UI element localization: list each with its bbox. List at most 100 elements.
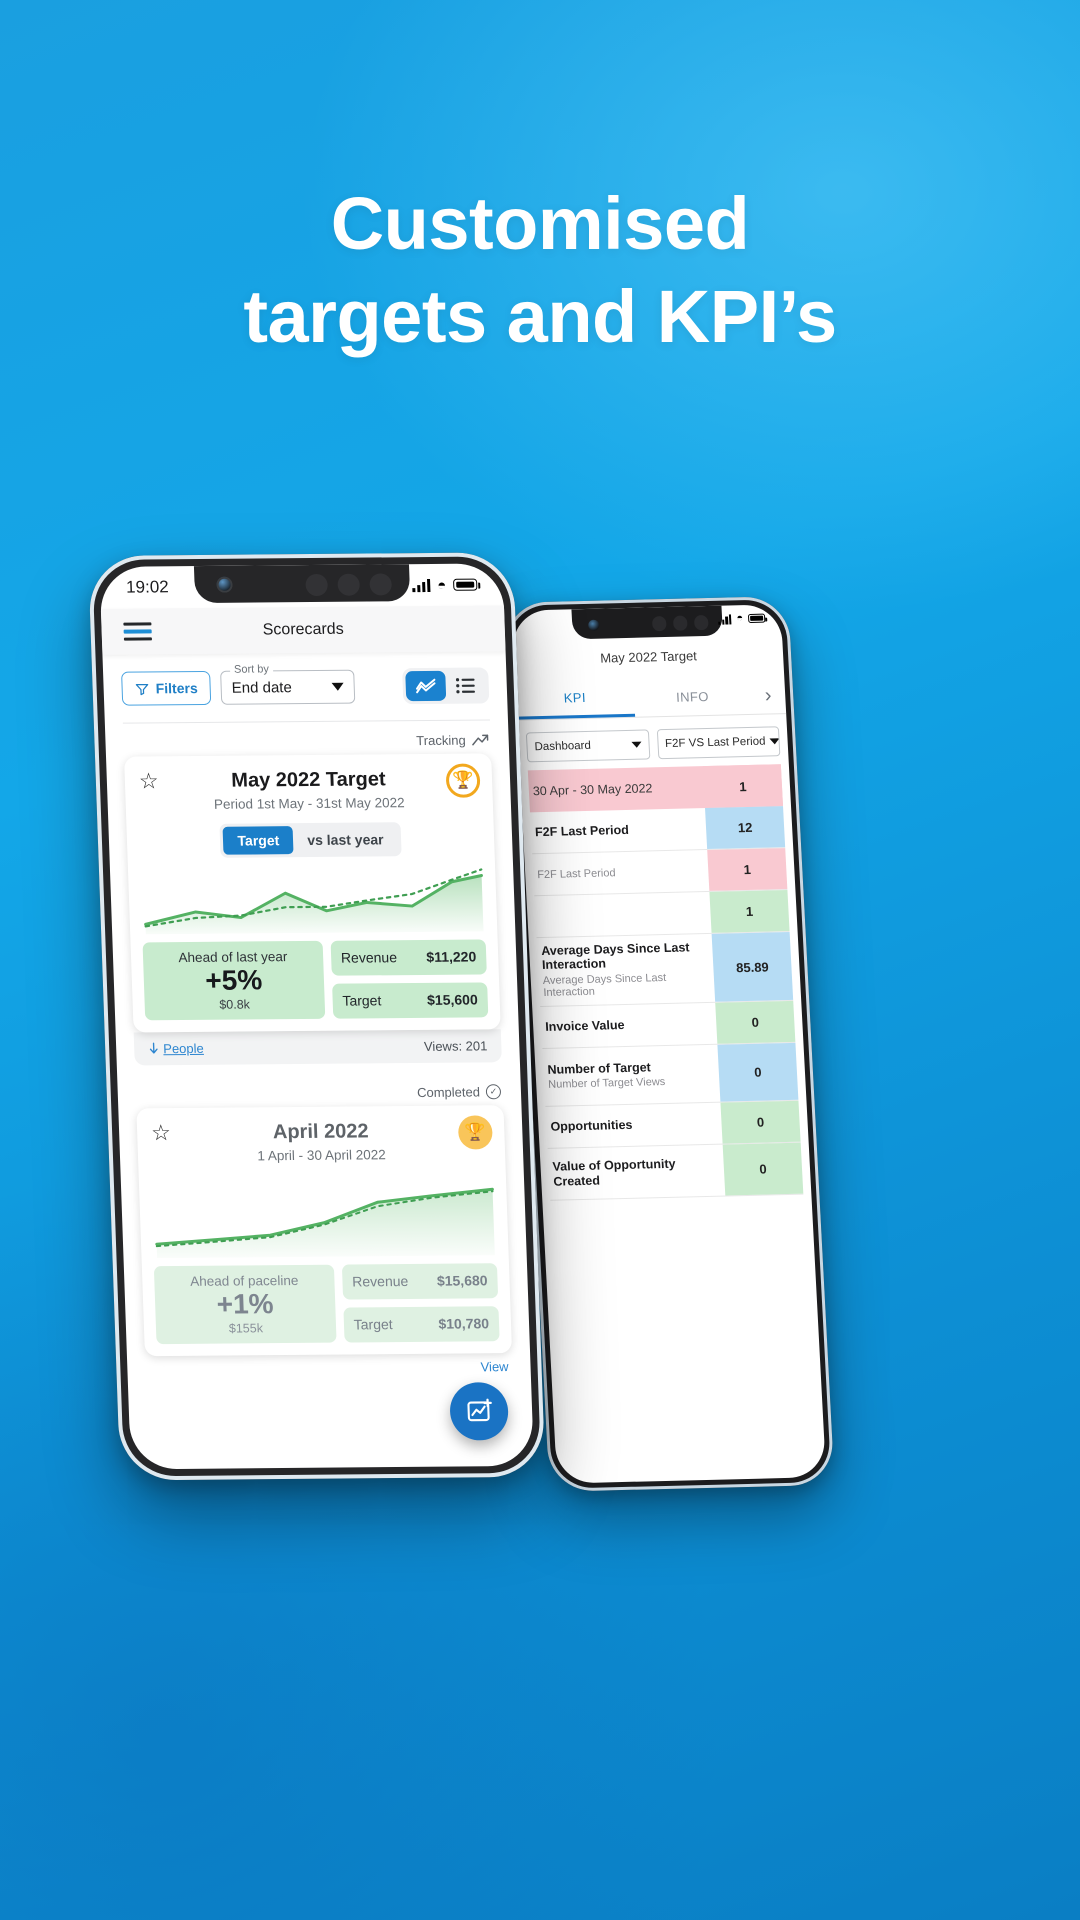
trophy-icon: 🏆 [445, 763, 481, 798]
kpi-label: 30 Apr - 30 May 2022 [532, 781, 653, 799]
card-status-completed: Completed ✓ [117, 1062, 522, 1108]
sort-by-select[interactable]: Sort by End date [220, 663, 356, 705]
filter-funnel-icon [135, 683, 149, 695]
chevron-right-icon[interactable]: › [751, 684, 786, 708]
sparkline-chart [151, 1181, 497, 1258]
chart-view-button[interactable] [405, 670, 447, 702]
kpi-label-cell: Opportunities [545, 1103, 722, 1148]
metric-title: Ahead of paceline [189, 1272, 299, 1289]
kpi-sublabel: Average Days Since Last Interaction [542, 971, 667, 1000]
people-label: People [162, 1040, 204, 1056]
view-toggle-group [402, 667, 490, 705]
view-link[interactable]: View [127, 1352, 531, 1377]
kpi-label-cell: F2F Last Period [532, 850, 709, 895]
star-outline-icon[interactable]: ☆ [138, 768, 159, 793]
comparison-select[interactable]: F2F VS Last Period [656, 726, 781, 760]
metric-value: +5% [204, 964, 263, 996]
card-status-tracking: Tracking [105, 720, 509, 756]
right-page-title: May 2022 Target [599, 648, 698, 666]
phone-mockups: ◓ May 2022 Target KPI INFO › Dashboard F… [0, 0, 1080, 1920]
right-phone-notch [570, 605, 723, 640]
app-bar: Scorecards [100, 605, 506, 655]
card-status-label: Tracking [416, 732, 466, 749]
kpi-value: 1 [707, 848, 788, 891]
right-phone-device: ◓ May 2022 Target KPI INFO › Dashboard F… [503, 596, 835, 1492]
kpi-value: 0 [715, 1000, 796, 1044]
dashboard-select-value: Dashboard [534, 739, 592, 754]
card-subtitle: Period 1st May - 31st May 2022 [213, 795, 405, 812]
chevron-down-icon [769, 738, 780, 745]
metric-subvalue: $0.8k [219, 997, 251, 1012]
cellular-bars-icon [412, 578, 431, 592]
metric-label: Target [353, 1316, 393, 1333]
metric-title: Ahead of last year [178, 949, 288, 966]
kpi-label-cell: Number of Target Number of Target Views [542, 1045, 720, 1106]
views-count: Views: 201 [423, 1038, 488, 1054]
kpi-label: Value of Opportunity Created [552, 1156, 676, 1189]
right-phone-screen: ◓ May 2022 Target KPI INFO › Dashboard F… [511, 604, 827, 1484]
sparkline-svg [155, 1187, 495, 1258]
toolbar: Filters Sort by End date [102, 651, 507, 716]
segment-target[interactable]: Target [222, 826, 294, 855]
add-chart-fab[interactable] [449, 1382, 510, 1441]
kpi-label: Average Days Since Last Interaction [540, 940, 690, 973]
sort-by-label: Sort by [229, 663, 274, 676]
kpi-value: 1 [709, 890, 790, 933]
left-status-bar: 19:02 ◓ [100, 574, 504, 598]
metric-amount: $10,780 [438, 1315, 490, 1332]
kpi-label-cell [534, 892, 711, 937]
kpi-label: F2F Last Period [536, 867, 616, 882]
list-view-icon [455, 678, 475, 694]
left-phone-device: 19:02 ◓ Scorecards Filters Sort by End d… [88, 552, 546, 1481]
front-camera-icon [587, 619, 600, 631]
battery-full-icon [453, 578, 478, 591]
kpi-value: 0 [722, 1142, 804, 1196]
card-subtitle: 1 April - 30 April 2022 [257, 1147, 387, 1164]
kpi-value: 0 [717, 1042, 799, 1102]
tab-kpi[interactable]: KPI [515, 680, 635, 720]
left-phone-screen: 19:02 ◓ Scorecards Filters Sort by End d… [99, 563, 535, 1470]
scorecard-may-2022[interactable]: ☆ 🏆 May 2022 Target Period 1st May - 31s… [124, 753, 501, 1033]
kpi-label-cell: Invoice Value [540, 1003, 717, 1048]
metric-target: Target $10,780 [343, 1305, 500, 1343]
table-row: Value of Opportunity Created 0 [547, 1142, 804, 1201]
hamburger-menu-icon[interactable] [123, 622, 152, 641]
page-title: Scorecards [262, 620, 344, 639]
table-row: 30 Apr - 30 May 2022 1 [527, 764, 784, 813]
right-filter-selects: Dashboard F2F VS Last Period [517, 714, 789, 771]
notch-sensors [651, 615, 709, 632]
chevron-down-icon [630, 741, 642, 748]
metric-amount: $11,220 [426, 948, 477, 966]
kpi-label: Number of Target [547, 1060, 652, 1077]
scorecard-april-2022[interactable]: ☆ 🏆 April 2022 1 April - 30 April 2022 A… [136, 1105, 513, 1356]
star-outline-icon[interactable]: ☆ [151, 1120, 172, 1145]
status-indicators: ◓ [412, 576, 478, 594]
tab-info[interactable]: INFO [633, 679, 752, 715]
filters-label: Filters [155, 680, 198, 697]
kpi-label: Invoice Value [544, 1018, 625, 1035]
segment-vs-last-year[interactable]: vs last year [293, 825, 398, 854]
kpi-value: 12 [705, 806, 786, 849]
dashboard-select[interactable]: Dashboard [525, 729, 650, 763]
card-title: April 2022 [272, 1120, 369, 1144]
card-footer: People Views: 201 [133, 1029, 502, 1066]
metric-value: +1% [216, 1287, 275, 1320]
kpi-sublabel: Number of Target Views [547, 1076, 666, 1092]
wifi-icon: ◓ [736, 612, 744, 625]
wifi-icon: ◓ [436, 576, 447, 594]
table-row: F2F Last Period 1 [532, 848, 788, 897]
metric-subvalue: $155k [228, 1320, 264, 1336]
kpi-label: F2F Last Period [534, 823, 630, 840]
people-link[interactable]: People [148, 1041, 204, 1056]
metric-revenue: Revenue $15,680 [341, 1263, 499, 1300]
metric-target: Target $15,600 [331, 982, 489, 1019]
table-row: 1 [534, 890, 790, 939]
metric-amount: $15,680 [436, 1272, 488, 1289]
table-row: Opportunities 0 [545, 1100, 801, 1149]
kpi-period-label: 30 Apr - 30 May 2022 [528, 766, 705, 812]
card-metrics: Ahead of last year +5% $0.8k Revenue $11… [142, 939, 489, 1021]
list-view-button[interactable] [445, 670, 486, 700]
comparison-select-value: F2F VS Last Period [664, 735, 766, 751]
metric-amount: $15,600 [426, 991, 479, 1009]
filters-button[interactable]: Filters [121, 670, 212, 706]
